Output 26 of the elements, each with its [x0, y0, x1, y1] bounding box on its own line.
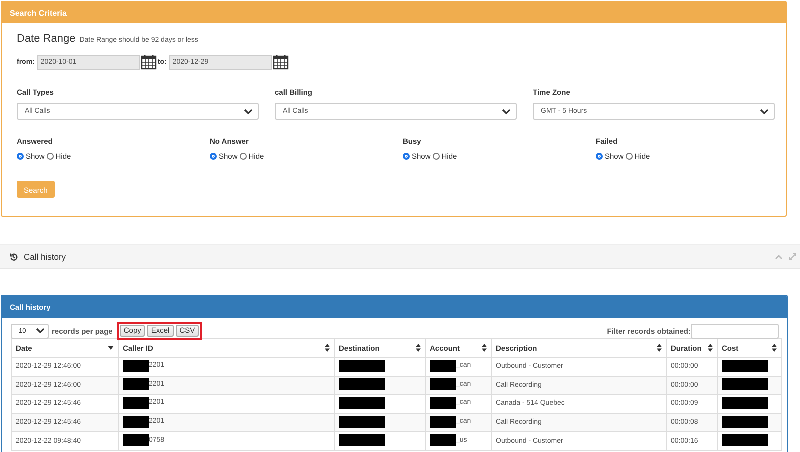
history-icon	[10, 252, 18, 260]
panel-title: Search Criteria	[2, 2, 786, 23]
radio-button[interactable]	[17, 153, 24, 160]
filter-field[interactable]	[691, 324, 779, 338]
sort-icon[interactable]	[325, 344, 330, 352]
calendar-icon[interactable]	[140, 54, 157, 70]
radio-button[interactable]	[626, 153, 633, 160]
sort-icon[interactable]	[657, 344, 662, 352]
radio-button[interactable]	[403, 153, 410, 160]
sort-icon[interactable]	[772, 344, 777, 352]
section-label: Date Range	[17, 33, 76, 45]
radio-button[interactable]	[432, 153, 440, 160]
chevron-down-icon	[760, 108, 769, 114]
chevron-down-icon	[36, 328, 45, 334]
radio-button[interactable]	[210, 153, 217, 160]
sort-icon[interactable]	[708, 344, 713, 352]
chevron-down-icon	[244, 108, 253, 114]
section-title: Call history	[24, 252, 68, 262]
radio-button[interactable]	[46, 153, 54, 160]
radio-button[interactable]	[240, 153, 247, 160]
sort-descending-icon[interactable]	[108, 346, 114, 350]
calendar-icon[interactable]	[272, 54, 289, 70]
sort-icon[interactable]	[416, 344, 421, 352]
radio-button[interactable]	[596, 153, 603, 160]
sort-icon[interactable]	[482, 344, 487, 352]
chevron-down-icon	[502, 108, 511, 114]
